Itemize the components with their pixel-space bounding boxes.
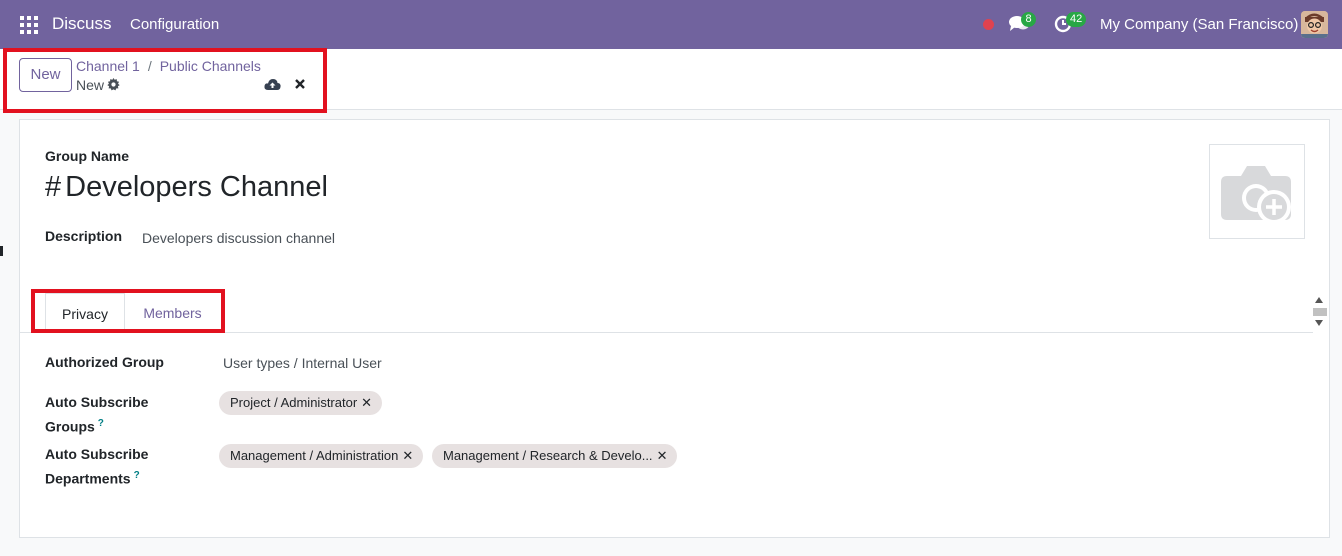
- user-avatar[interactable]: [1301, 11, 1328, 38]
- auto-subscribe-departments-label: Auto Subscribe Departments?: [45, 443, 185, 490]
- description-label: Description: [45, 228, 123, 244]
- description-field[interactable]: Developers discussion channel: [142, 230, 335, 246]
- help-tooltip-icon[interactable]: ?: [134, 470, 140, 481]
- remove-tag-icon[interactable]: ✕: [402, 448, 413, 463]
- activities-count-badge: 42: [1066, 12, 1087, 27]
- help-tooltip-icon[interactable]: ?: [98, 418, 104, 429]
- scrollbar-thumb[interactable]: [1313, 308, 1327, 316]
- auto-subscribe-groups-label: Auto Subscribe Groups?: [45, 391, 185, 438]
- recording-indicator-icon: [983, 19, 994, 30]
- messages-count-badge: 8: [1021, 12, 1036, 27]
- channel-name-value[interactable]: Developers Channel: [65, 171, 328, 203]
- authorized-group-field[interactable]: User types / Internal User: [223, 355, 382, 371]
- tag-management-administration: Management / Administration ✕: [219, 444, 424, 468]
- tag-project-administrator: Project / Administrator ✕: [219, 391, 383, 415]
- apps-grid-icon[interactable]: [20, 16, 38, 34]
- auto-subscribe-departments-text: Auto Subscribe Departments: [45, 446, 149, 487]
- scroll-up-arrow-icon[interactable]: [1315, 297, 1323, 303]
- highlight-box-tabs: [31, 289, 225, 333]
- tag-management-research: Management / Research & Develo... ✕: [432, 444, 678, 468]
- page-edge-marker: [0, 246, 3, 256]
- auto-subscribe-groups-text: Auto Subscribe Groups: [45, 394, 149, 435]
- camera-plus-icon[interactable]: [1219, 162, 1295, 226]
- group-name-label: Group Name: [45, 148, 130, 164]
- top-navbar: Discuss Configuration 8 42 My Company (S…: [0, 0, 1342, 49]
- scroll-down-arrow-icon[interactable]: [1315, 320, 1323, 326]
- menu-configuration[interactable]: Configuration: [130, 16, 219, 33]
- remove-tag-icon[interactable]: ✕: [657, 448, 668, 463]
- hash-prefix: #: [45, 171, 62, 203]
- tag-label: Management / Research & Develo...: [443, 448, 653, 463]
- company-switcher[interactable]: My Company (San Francisco): [1100, 16, 1298, 33]
- highlight-box-control-panel: [3, 48, 327, 113]
- remove-tag-icon[interactable]: ✕: [361, 395, 372, 410]
- tag-label: Project / Administrator: [230, 395, 358, 410]
- app-name[interactable]: Discuss: [52, 14, 112, 34]
- channel-name-field[interactable]: # Developers Channel: [45, 171, 328, 204]
- authorized-group-label: Authorized Group: [45, 354, 164, 370]
- tag-label: Management / Administration: [230, 448, 399, 463]
